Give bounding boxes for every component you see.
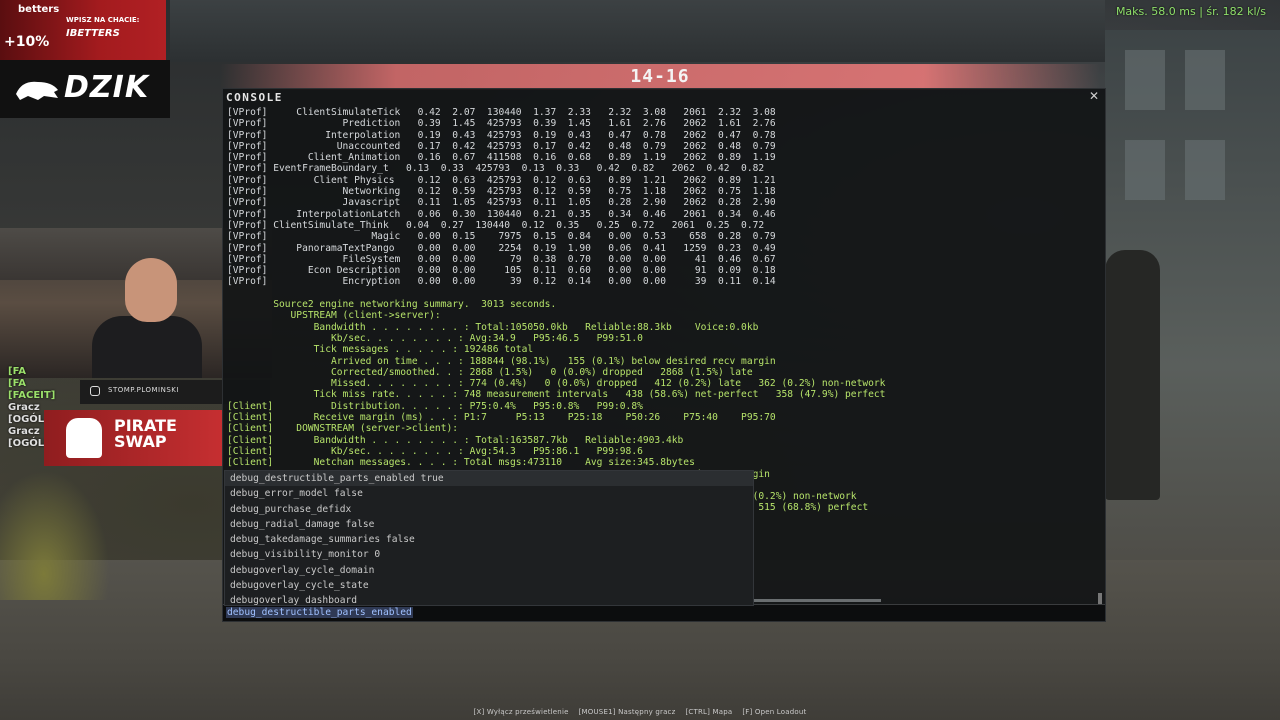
autocomplete-item[interactable]: debugoverlay_dashboard <box>225 593 753 605</box>
console-line: [VProf] Interpolation 0.19 0.43 425793 0… <box>227 129 776 141</box>
autocomplete-item[interactable]: debug_visibility_monitor 0 <box>225 547 753 562</box>
hint-item: [MOUSE1] Następny gracz <box>578 708 676 716</box>
player-model <box>1105 250 1160 500</box>
net-stats: Maks. 58.0 ms | śr. 182 kl/s <box>1115 5 1266 18</box>
pirate-icon <box>66 418 102 458</box>
boar-icon <box>16 81 58 100</box>
autocomplete-item[interactable]: debug_purchase_defidx <box>225 502 753 517</box>
console-line: [VProf] PanoramaTextPango 0.00 0.00 2254… <box>227 242 776 254</box>
hint-bar: [X] Wyłącz prześwietlenie [MOUSE1] Następ… <box>0 708 1280 716</box>
console-input-value[interactable]: debug_destructible_parts_enabled <box>226 607 413 618</box>
console-line: [Client] Receive margin (ms) . . : P1:7 … <box>227 412 776 424</box>
hint-item: [F] Open Loadout <box>742 708 807 716</box>
console-line: Tick miss rate. . . . . : 748 measuremen… <box>227 389 886 401</box>
hint-item: [CTRL] Mapa <box>685 708 733 716</box>
pirate-swap-banner: PIRATE SWAP <box>44 410 224 466</box>
dzik-logo-banner: DZIK <box>0 60 170 118</box>
autocomplete-item[interactable]: debug_radial_damage false <box>225 517 753 532</box>
autocomplete-item[interactable]: debug_destructible_parts_enabled true <box>225 471 753 487</box>
pirate-swap-text: PIRATE SWAP <box>114 418 177 450</box>
console-line: [VProf] Prediction 0.39 1.45 425793 0.39… <box>227 118 776 130</box>
scene-roof <box>170 0 1105 62</box>
autocomplete-item[interactable]: debug_takedamage_summaries false <box>225 532 753 547</box>
sponsor-code: IBETTERS <box>66 28 120 39</box>
scene-grass <box>0 470 110 600</box>
console-input[interactable]: debug_destructible_parts_enabled <box>223 604 1105 621</box>
building-window <box>1185 50 1225 110</box>
autocomplete-item[interactable]: debugoverlay_cycle_domain <box>225 563 753 578</box>
chat-line: [FA <box>8 378 26 389</box>
horizontal-scrollbar[interactable] <box>753 599 881 602</box>
console-line: [VProf] ClientSimulateTick 0.42 2.07 130… <box>227 107 776 118</box>
social-handle: STOMP.PLOMINSKI <box>108 386 179 394</box>
console-line: [VProf] Networking 0.12 0.59 425793 0.12… <box>227 186 776 198</box>
webcam-person-body <box>92 316 202 378</box>
pirate-line2: SWAP <box>114 432 167 451</box>
console-line: Tick messages . . . . . : 192486 total <box>227 344 534 356</box>
console-line: [VProf] InterpolationLatch 0.06 0.30 130… <box>227 208 776 220</box>
console-line: [VProf] Econ Description 0.00 0.00 105 0… <box>227 265 776 277</box>
console-line: [VProf] Magic 0.00 0.15 7975 0.15 0.84 0… <box>227 231 776 243</box>
console-line: UPSTREAM (client->server): <box>227 310 441 322</box>
console-line: [VProf] EventFrameBoundary_t 0.13 0.33 4… <box>227 163 765 175</box>
console-line: Source2 engine networking summary. 3013 … <box>227 299 557 311</box>
sponsor-brand: betters <box>18 4 60 15</box>
sponsor-chat-prompt: WPISZ NA CHACIE: <box>66 16 140 24</box>
chat-line: [FA <box>8 366 26 377</box>
console-line: [VProf] Client Physics 0.12 0.63 425793 … <box>227 174 776 186</box>
console-line: Bandwidth . . . . . . . . : Total:105050… <box>227 321 759 333</box>
console-line: Kb/sec. . . . . . . . : Avg:34.9 P95:46.… <box>227 332 643 344</box>
dzik-logo-text: DZIK <box>64 70 150 105</box>
autocomplete-item[interactable]: debug_error_model false <box>225 486 753 501</box>
building-window <box>1125 50 1165 110</box>
console-line: [Client] Kb/sec. . . . . . . . : Avg:54.… <box>227 445 643 457</box>
console-line: [VProf] FileSystem 0.00 0.00 79 0.38 0.7… <box>227 253 776 265</box>
console-title: CONSOLE <box>226 91 283 104</box>
console-line: Corrected/smoothed. . : 2868 (1.5%) 0 (0… <box>227 366 753 378</box>
close-icon[interactable]: ✕ <box>1089 89 1099 103</box>
building-window <box>1125 140 1165 200</box>
sponsor-banner: betters +10% WPISZ NA CHACIE: IBETTERS <box>0 0 166 60</box>
chat-line: [FACEIT] <box>8 390 56 401</box>
round-score: 14-16 <box>630 66 690 87</box>
hint-item: [X] Wyłącz prześwietlenie <box>473 708 569 716</box>
console-line: Arrived on time . . . : 188844 (98.1%) 1… <box>227 355 776 367</box>
score-bar: 14-16 <box>220 64 1100 90</box>
building-window <box>1185 140 1225 200</box>
console-line: [Client] DOWNSTREAM (server->client): <box>227 423 459 435</box>
console-line: [VProf] ClientSimulate_Think 0.04 0.27 1… <box>227 219 765 231</box>
console-line: [Client] Netchan messages. . . . : Total… <box>227 457 695 469</box>
console-line: [VProf] Encryption 0.00 0.00 39 0.12 0.1… <box>227 276 776 288</box>
autocomplete-item[interactable]: debugoverlay_cycle_state <box>225 578 753 593</box>
console-line: [VProf] Unaccounted 0.17 0.42 425793 0.1… <box>227 140 776 152</box>
autocomplete-list[interactable]: debug_destructible_parts_enabled true deb… <box>224 470 754 606</box>
console-line: [Client] Bandwidth . . . . . . . . : Tot… <box>227 434 684 446</box>
webcam-person-head <box>125 258 177 322</box>
console-line: Missed. . . . . . . . : 774 (0.4%) 0 (0.… <box>227 378 886 390</box>
sponsor-promo: +10% <box>4 34 50 50</box>
console-line: [Client] Distribution. . . . . : P75:0.4… <box>227 400 643 412</box>
console-line: [VProf] Javascript 0.11 1.05 425793 0.11… <box>227 197 776 209</box>
console-line: [VProf] Client_Animation 0.16 0.67 41150… <box>227 152 776 164</box>
